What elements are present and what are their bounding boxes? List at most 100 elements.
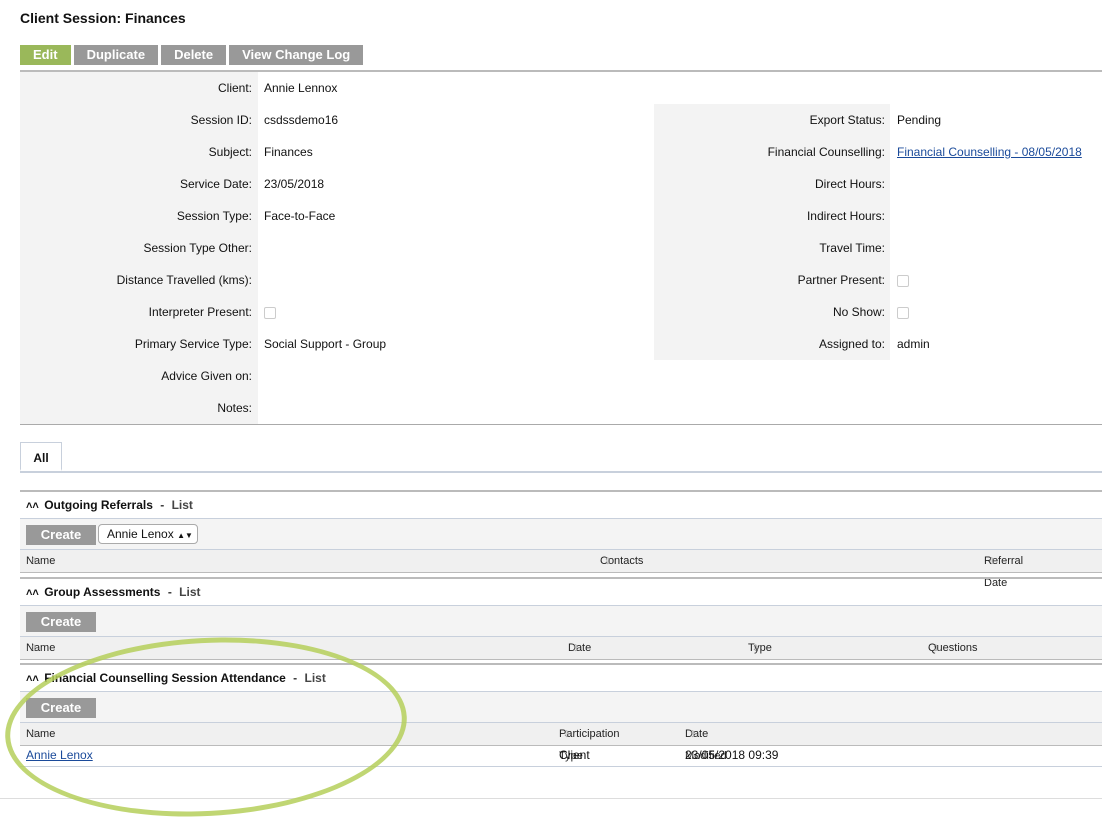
attendance-section: ˄˄ Financial Counselling Session Attenda… [20, 663, 1102, 771]
section-list-label: List [179, 585, 201, 599]
select-arrows-icon: ▲▼ [177, 531, 193, 540]
field-label: Indirect Hours: [806, 209, 885, 223]
section-toolbar: Create [20, 605, 1102, 637]
sort-icon: ⇳ [30, 643, 38, 653]
section-title: Outgoing Referrals [44, 498, 153, 512]
field-value: admin [897, 337, 930, 351]
field-value: Social Support - Group [264, 337, 387, 351]
section-title: Group Assessments [44, 585, 161, 599]
outgoing-referrals-section: ˄˄ Outgoing Referrals - List Create Anni… [20, 490, 1102, 589]
session-detail-panel: Client: Annie Lennox Session ID: csdssde… [20, 72, 1102, 425]
field-assigned-to: Assigned to: admin [654, 328, 1102, 360]
field-label: Notes: [217, 401, 252, 415]
field-interpreter-present: Interpreter Present: [20, 296, 654, 328]
date-modified-cell: 23/05/2018 09:39 [685, 748, 779, 762]
field-travel-time: Travel Time: [654, 232, 1102, 264]
section-header: ˄˄ Group Assessments - List [20, 577, 1102, 607]
section-header: ˄˄ Outgoing Referrals - List [20, 490, 1102, 520]
table-header: Name ⇳ Date ⇳ Type ⇳ Questions ⇳ [20, 637, 1102, 660]
field-value: csdssdemo16 [264, 113, 339, 127]
section-separator: - [167, 585, 172, 599]
no-show-checkbox [897, 296, 909, 328]
field-session-type-other: Session Type Other: [20, 232, 654, 264]
field-value: 23/05/2018 [264, 177, 325, 191]
client-select-value: Annie Lenox [107, 527, 174, 541]
collapse-chevron-icon[interactable]: ˄˄ [26, 500, 39, 512]
sort-icon: ⇳ [30, 729, 38, 739]
field-label: Partner Present: [797, 273, 885, 287]
collapse-chevron-icon[interactable]: ˄˄ [26, 587, 39, 599]
field-label: Distance Travelled (kms): [116, 273, 252, 287]
field-financial-counselling: Financial Counselling: Financial Counsel… [654, 136, 1102, 168]
field-primary-service-type: Primary Service Type: Social Support - G… [20, 328, 654, 360]
field-label: Session Type Other: [143, 241, 252, 255]
field-value: Annie Lennox [264, 81, 338, 95]
field-label: Export Status: [809, 113, 885, 127]
field-direct-hours: Direct Hours: [654, 168, 1102, 200]
field-advice-given: Advice Given on: [20, 360, 654, 392]
field-session-type: Session Type: Face-to-Face [20, 200, 654, 232]
field-value: Pending [897, 113, 942, 127]
create-referral-button[interactable]: Create [26, 525, 96, 545]
interpreter-present-checkbox [264, 296, 276, 328]
section-list-label: List [304, 671, 326, 685]
section-title: Financial Counselling Session Attendance [44, 671, 286, 685]
sort-icon: ⇳ [988, 556, 996, 566]
section-list-label: List [171, 498, 193, 512]
delete-button[interactable]: Delete [161, 45, 227, 65]
page-title: Client Session: Finances [20, 10, 186, 26]
field-partner-present: Partner Present: [654, 264, 1102, 296]
field-label: Interpreter Present: [148, 305, 252, 319]
field-label: Primary Service Type: [134, 337, 252, 351]
client-select[interactable]: Annie Lenox ▲▼ [98, 524, 198, 544]
group-assessments-section: ˄˄ Group Assessments - List Create Name ⇳… [20, 577, 1102, 661]
field-value: Finances [264, 145, 313, 159]
toolbar: Edit Duplicate Delete View Change Log [20, 45, 364, 65]
field-notes: Notes: [20, 392, 654, 424]
field-label: No Show: [832, 305, 885, 319]
create-assessment-button[interactable]: Create [26, 612, 96, 632]
section-separator: - [160, 498, 165, 512]
attendee-name-link[interactable]: Annie Lenox [26, 744, 93, 766]
field-label: Session ID: [190, 113, 252, 127]
field-no-show: No Show: [654, 296, 1102, 328]
footer-divider [0, 798, 1102, 799]
field-client: Client: Annie Lennox [20, 72, 654, 104]
field-distance-travelled: Distance Travelled (kms): [20, 264, 654, 296]
table-header: Name ⇳ Participation Type ⇳ Date Modified ⇳ [20, 723, 1102, 762]
field-service-date: Service Date: 23/05/2018 [20, 168, 654, 200]
view-change-log-button[interactable]: View Change Log [229, 45, 364, 65]
field-label: Travel Time: [819, 241, 885, 255]
duplicate-button[interactable]: Duplicate [73, 45, 159, 65]
field-label: Direct Hours: [814, 177, 885, 191]
field-label: Assigned to: [818, 337, 885, 351]
field-subject: Subject: Finances [20, 136, 654, 168]
partner-present-checkbox [897, 264, 909, 296]
sort-icon: ⇳ [572, 643, 580, 653]
tab-bar: All [20, 442, 1102, 473]
collapse-chevron-icon[interactable]: ˄˄ [26, 673, 39, 685]
sort-icon: ⇳ [30, 556, 38, 566]
create-attendance-button[interactable]: Create [26, 698, 96, 718]
sort-icon: ⇳ [752, 643, 760, 653]
field-label: Financial Counselling: [767, 145, 885, 159]
sort-icon: ⇳ [563, 729, 571, 739]
field-label: Service Date: [179, 177, 252, 191]
field-session-id: Session ID: csdssdemo16 [20, 104, 654, 136]
field-indirect-hours: Indirect Hours: [654, 200, 1102, 232]
field-label: Advice Given on: [161, 369, 252, 383]
field-label: Session Type: [176, 209, 252, 223]
section-separator: - [293, 671, 298, 685]
table-header: Name ⇳ Contacts ⇳ Referral Date ⇳ [20, 550, 1102, 589]
field-label: Subject: [208, 145, 252, 159]
section-toolbar: Create [20, 691, 1102, 723]
tab-all[interactable]: All [20, 442, 62, 471]
section-header: ˄˄ Financial Counselling Session Attenda… [20, 663, 1102, 693]
financial-counselling-link[interactable]: Financial Counselling - 08/05/2018 [897, 136, 1082, 168]
edit-button[interactable]: Edit [20, 45, 71, 65]
sort-icon: ⇳ [689, 729, 697, 739]
field-export-status: Export Status: Pending [654, 104, 1102, 136]
participation-type-cell: Client [559, 748, 590, 762]
sort-icon: ⇳ [604, 556, 612, 566]
sort-icon: ⇳ [932, 643, 940, 653]
